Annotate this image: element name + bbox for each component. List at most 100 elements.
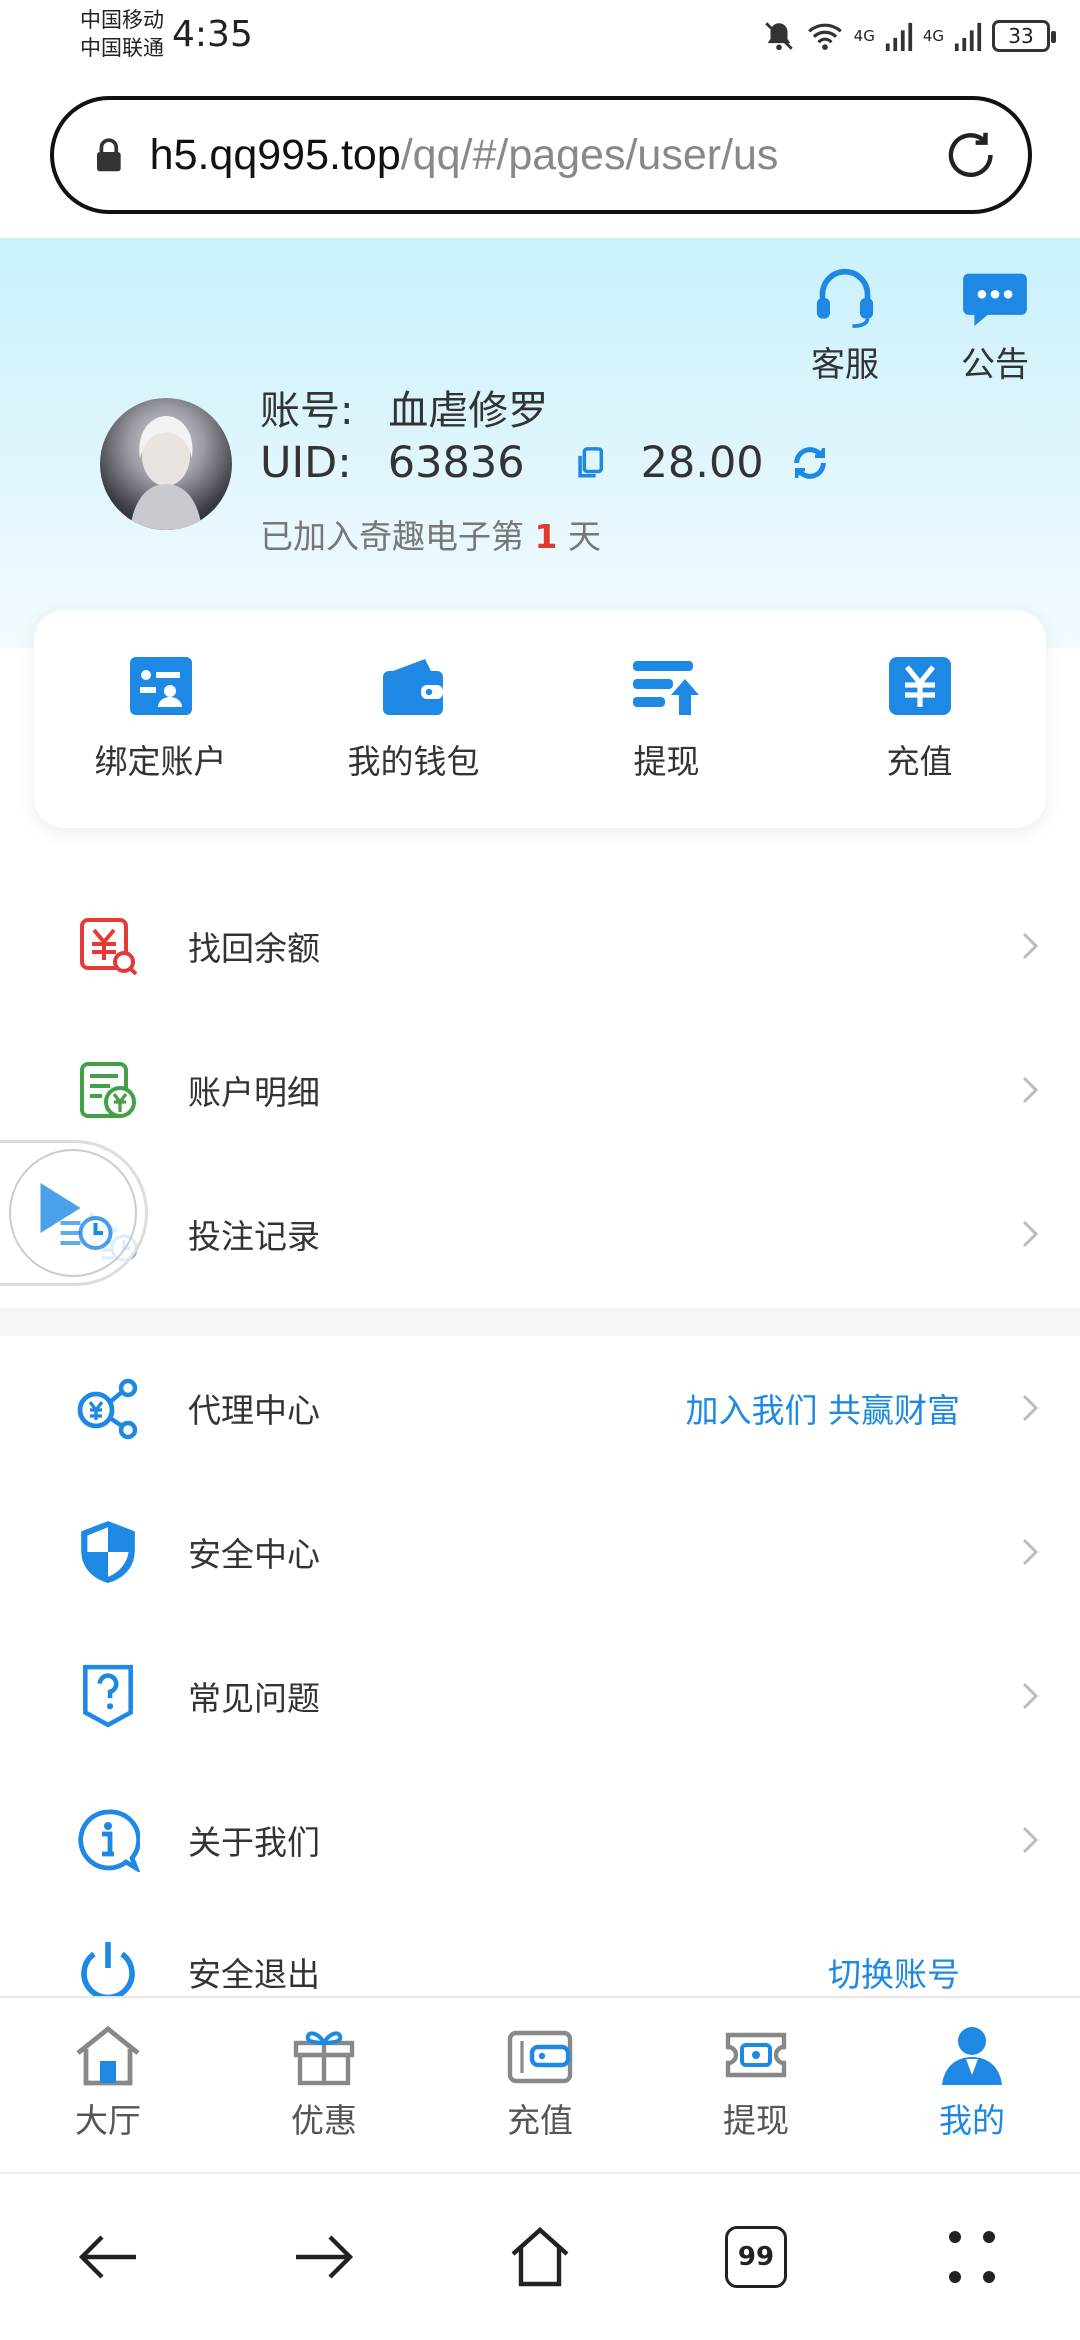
agent-icon bbox=[77, 1378, 138, 1440]
bind-account-icon bbox=[129, 657, 192, 715]
recharge-tab-icon bbox=[507, 2030, 573, 2084]
menu-item-logout[interactable]: 安全退出 切换账号 bbox=[0, 1912, 1080, 1996]
battery-icon: 33 bbox=[992, 20, 1056, 52]
url-text[interactable]: h5.qq995.top/qq/#/pages/user/us bbox=[150, 131, 941, 180]
menu-label: 投注记录 bbox=[188, 1217, 320, 1256]
back-button[interactable] bbox=[0, 2233, 216, 2281]
uid-row: UID: 63836 28.00 bbox=[260, 438, 830, 488]
dots-menu-icon bbox=[949, 2231, 995, 2283]
customer-service-button[interactable]: 客服 bbox=[800, 268, 890, 386]
chevron-right-icon bbox=[1022, 1076, 1038, 1104]
user-icon bbox=[942, 2027, 1002, 2085]
tabs-button[interactable]: 99 bbox=[648, 2226, 864, 2288]
status-bar: 中国移动 中国联通 4:35 4G 4G 33 bbox=[0, 0, 1080, 90]
menu-item-bet-records[interactable]: 投注记录 bbox=[0, 1162, 1080, 1306]
menu-item-security-center[interactable]: 安全中心 bbox=[0, 1480, 1080, 1624]
account-label: 账号: bbox=[260, 388, 354, 434]
status-icons: 4G 4G 33 bbox=[762, 16, 1056, 56]
info-icon bbox=[78, 1809, 140, 1872]
copy-icon[interactable] bbox=[575, 446, 605, 480]
withdraw-icon bbox=[632, 661, 699, 715]
menu-label: 找回余额 bbox=[188, 929, 320, 968]
customer-service-label: 客服 bbox=[811, 345, 879, 385]
tab-label: 充值 bbox=[507, 2101, 573, 2140]
recharge-button[interactable]: 充值 bbox=[793, 610, 1046, 828]
arrow-left-icon bbox=[78, 2235, 136, 2279]
tab-label: 大厅 bbox=[75, 2101, 141, 2140]
avatar-image bbox=[130, 416, 202, 530]
reload-icon[interactable] bbox=[941, 125, 1000, 185]
tab-mine[interactable]: 我的 bbox=[864, 1998, 1080, 2172]
tab-promotions[interactable]: 优惠 bbox=[216, 1998, 432, 2172]
menu-item-account-details[interactable]: 账户明细 bbox=[0, 1018, 1080, 1162]
headset-icon bbox=[816, 268, 874, 328]
menu-label: 安全中心 bbox=[188, 1535, 320, 1574]
home-nav-button[interactable] bbox=[432, 2226, 648, 2288]
refresh-icon[interactable] bbox=[790, 443, 830, 483]
faq-icon bbox=[83, 1664, 133, 1728]
menu-label: 代理中心 bbox=[188, 1391, 320, 1430]
uid-value: 63836 bbox=[387, 438, 525, 488]
account-name: 血虐修罗 bbox=[388, 388, 549, 434]
signal-2-label: 4G bbox=[922, 27, 944, 45]
wallet-icon bbox=[382, 659, 443, 715]
tab-label: 提现 bbox=[723, 2101, 789, 2140]
chevron-right-icon bbox=[1022, 1538, 1038, 1566]
clock: 4:35 bbox=[172, 14, 253, 55]
more-menu-button[interactable] bbox=[864, 2229, 1080, 2285]
menu-label: 账户明细 bbox=[188, 1073, 320, 1112]
shield-icon bbox=[81, 1521, 135, 1583]
menu-item-agent-center[interactable]: 代理中心 加入我们 共赢财富 bbox=[0, 1336, 1080, 1480]
menu-label: 常见问题 bbox=[188, 1679, 320, 1718]
recharge-icon bbox=[888, 657, 951, 715]
wallet-button[interactable]: 我的钱包 bbox=[287, 610, 540, 828]
battery-level: 33 bbox=[1008, 24, 1034, 48]
joined-text: 已加入奇趣电子第 1 天 bbox=[260, 510, 601, 558]
avatar[interactable] bbox=[100, 398, 232, 530]
browser-navigation-bar: 99 bbox=[0, 2172, 1080, 2340]
arrow-right-icon bbox=[296, 2235, 354, 2279]
joined-days: 1 bbox=[534, 517, 558, 556]
balance-value: 28.00 bbox=[640, 438, 764, 488]
tab-recharge[interactable]: 充值 bbox=[432, 1998, 648, 2172]
tabs-count: 99 bbox=[737, 2242, 775, 2272]
carrier-2: 中国联通 bbox=[80, 36, 164, 60]
gift-icon bbox=[293, 2031, 355, 2086]
carrier-1: 中国移动 bbox=[80, 8, 164, 32]
chevron-right-icon bbox=[1022, 1394, 1038, 1422]
message-bubble-icon bbox=[963, 273, 1027, 327]
tab-withdraw[interactable]: 提现 bbox=[648, 1998, 864, 2172]
play-history-icon bbox=[40, 1183, 112, 1250]
withdraw-tab-icon bbox=[725, 2032, 787, 2078]
floating-bet-record-button[interactable] bbox=[0, 1140, 148, 1286]
wifi-icon bbox=[807, 23, 842, 50]
tab-lobby[interactable]: 大厅 bbox=[0, 1998, 216, 2172]
address-bar[interactable]: h5.qq995.top/qq/#/pages/user/us bbox=[50, 96, 1032, 214]
power-icon bbox=[81, 1942, 135, 1996]
chevron-right-icon bbox=[1022, 1682, 1038, 1710]
signal-bars-icon bbox=[954, 22, 982, 51]
joined-suffix: 天 bbox=[567, 517, 601, 556]
forward-button[interactable] bbox=[216, 2233, 432, 2281]
carrier-names: 中国移动 中国联通 bbox=[80, 6, 164, 62]
menu-item-recover-balance[interactable]: 找回余额 bbox=[0, 874, 1080, 1018]
bind-account-label: 绑定账户 bbox=[94, 742, 227, 781]
chevron-right-icon bbox=[1022, 1220, 1038, 1248]
menu-item-faq[interactable]: 常见问题 bbox=[0, 1624, 1080, 1768]
menu-item-about-us[interactable]: 关于我们 bbox=[0, 1768, 1080, 1912]
wallet-label: 我的钱包 bbox=[347, 742, 480, 781]
home-icon bbox=[76, 2025, 140, 2086]
signal-bars-icon bbox=[885, 22, 912, 51]
switch-account-link[interactable]: 切换账号 bbox=[828, 1948, 960, 1996]
uid-label: UID: bbox=[260, 438, 352, 488]
withdraw-button[interactable]: 提现 bbox=[540, 610, 793, 828]
signal-1-label: 4G bbox=[853, 27, 875, 45]
chevron-right-icon bbox=[1022, 1826, 1038, 1854]
menu-extra-text: 加入我们 共赢财富 bbox=[685, 1391, 961, 1430]
notice-button[interactable]: 公告 bbox=[950, 268, 1040, 386]
mute-bell-icon bbox=[764, 22, 793, 51]
lock-icon bbox=[96, 138, 121, 172]
recharge-label: 充值 bbox=[886, 742, 953, 781]
bind-account-button[interactable]: 绑定账户 bbox=[34, 610, 287, 828]
notice-label: 公告 bbox=[961, 345, 1029, 385]
